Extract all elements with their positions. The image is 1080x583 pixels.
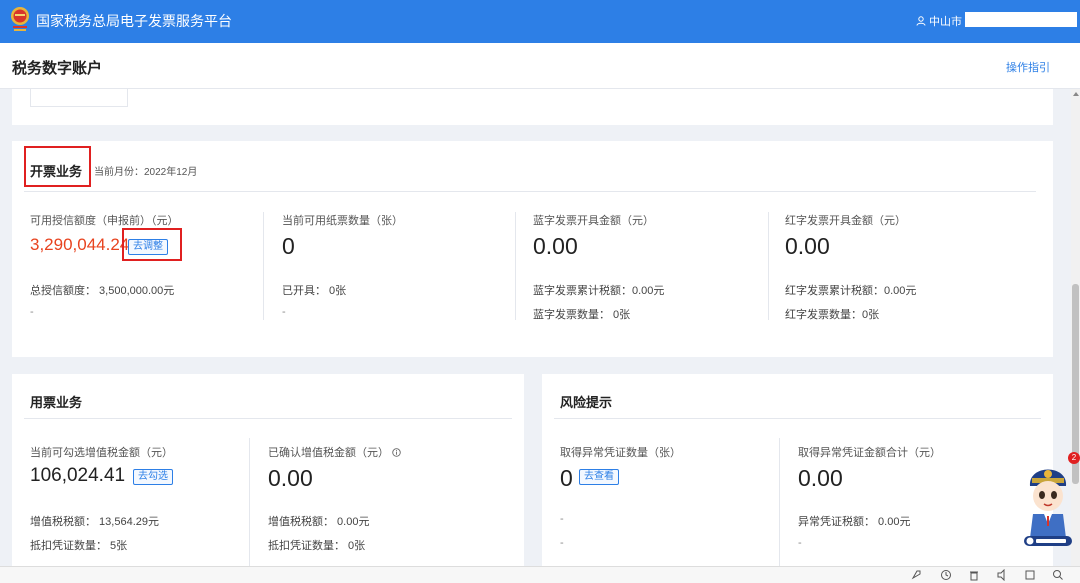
- notification-badge: 2: [1068, 452, 1080, 464]
- abnormal-tax: 异常凭证税额： 0.00元: [798, 516, 911, 528]
- confirmed-voucher-count: 抵扣凭证数量： 0张: [268, 540, 366, 552]
- previous-section-box: [30, 89, 128, 107]
- total-credit: 总授信额度： 3,500,000.00元: [30, 285, 175, 297]
- paper-issued: 已开具： 0张: [282, 285, 347, 297]
- usage-col-divider: [249, 438, 250, 566]
- user-menu[interactable]: 中山市: [916, 13, 962, 29]
- blue-invoice-label: 蓝字发票开具金额（元）: [533, 215, 654, 227]
- blue-invoice-tax: 蓝字发票累计税额：0.00元: [533, 285, 665, 297]
- red-invoice-tax: 红字发票累计税额：0.00元: [785, 285, 917, 297]
- col-divider-2: [515, 212, 516, 320]
- page-title: 税务数字账户: [12, 60, 103, 77]
- user-icon: [916, 16, 926, 26]
- abnormal-count-value: 0: [560, 465, 573, 491]
- credit-extra: -: [30, 306, 34, 318]
- redacted-user-info: [965, 12, 1077, 27]
- top-header-bar: 国家税务总局电子发票服务平台 中山市: [0, 0, 1080, 43]
- search-icon[interactable]: [1052, 569, 1064, 581]
- current-month: 当前月份：2022年12月: [94, 167, 198, 178]
- credit-label: 可用授信额度（申报前）（元）: [30, 215, 179, 227]
- invoicing-divider: [24, 191, 1036, 192]
- tax-assistant-mascot[interactable]: [1022, 456, 1074, 548]
- speaker-icon[interactable]: [996, 569, 1008, 581]
- abnormal-count-extra-1: -: [560, 513, 564, 525]
- trash-icon[interactable]: [968, 569, 980, 581]
- view-abnormal-button[interactable]: 去查看: [579, 469, 619, 485]
- risk-col-divider: [779, 438, 780, 566]
- info-icon[interactable]: [392, 448, 401, 457]
- page-header: 税务数字账户 操作指引: [0, 43, 1080, 89]
- col-divider-3: [768, 212, 769, 320]
- invoicing-title-highlight: [24, 146, 91, 187]
- previous-section-card: [12, 89, 1053, 125]
- usage-title: 用票业务: [30, 395, 83, 410]
- invoicing-card: 开票业务 当前月份：2022年12月 可用授信额度（申报前）（元） 3,290,…: [12, 141, 1053, 357]
- window-icon[interactable]: [1024, 569, 1036, 581]
- user-name: 中山市: [929, 16, 962, 28]
- abnormal-count-extra-2: -: [560, 537, 564, 549]
- selectable-vat-value: 106,024.41: [30, 465, 126, 486]
- paper-extra: -: [282, 306, 286, 318]
- blue-invoice-value: 0.00: [533, 233, 578, 259]
- abnormal-amount-label: 取得异常凭证金额合计（元）: [798, 447, 941, 459]
- confirmed-vat-label: 已确认增值税金额（元）: [268, 444, 401, 460]
- red-invoice-label: 红字发票开具金额（元）: [785, 215, 906, 227]
- risk-card: 风险提示 取得异常凭证数量（张） 0 去查看 - - 取得异常凭证金额合计（元）…: [542, 374, 1053, 566]
- abnormal-amount-extra: -: [798, 537, 802, 549]
- history-icon[interactable]: [940, 569, 952, 581]
- adjust-button-highlight: [122, 228, 182, 261]
- paper-label: 当前可用纸票数量（张）: [282, 215, 403, 227]
- paper-value: 0: [282, 233, 295, 259]
- select-deduction-button[interactable]: 去勾选: [133, 469, 173, 485]
- risk-title: 风险提示: [560, 395, 613, 410]
- abnormal-count-label: 取得异常凭证数量（张）: [560, 447, 681, 459]
- operation-guide-link[interactable]: 操作指引: [1006, 59, 1050, 75]
- selectable-vat-amount: 增值税税额： 13,564.29元: [30, 516, 159, 528]
- blue-invoice-count: 蓝字发票数量： 0张: [533, 309, 631, 321]
- platform-title: 国家税务总局电子发票服务平台: [36, 13, 232, 29]
- tax-emblem-logo: [11, 7, 29, 31]
- confirmed-vat-amount: 增值税税额： 0.00元: [268, 516, 370, 528]
- abnormal-amount-value: 0.00: [798, 465, 843, 491]
- selectable-vat-label: 当前可勾选增值税金额（元）: [30, 447, 173, 459]
- selectable-voucher-count: 抵扣凭证数量： 5张: [30, 540, 128, 552]
- credit-value: 3,290,044.24: [30, 235, 130, 254]
- red-invoice-value: 0.00: [785, 233, 830, 259]
- red-invoice-count: 红字发票数量：0张: [785, 309, 880, 321]
- col-divider-1: [263, 212, 264, 320]
- rocket-icon[interactable]: [910, 569, 922, 581]
- usage-divider: [24, 418, 512, 419]
- browser-bottom-toolbar: [0, 566, 1080, 583]
- usage-card: 用票业务 当前可勾选增值税金额（元） 106,024.41 去勾选 增值税税额：…: [12, 374, 524, 566]
- scroll-up-arrow-icon[interactable]: [1073, 92, 1079, 96]
- confirmed-vat-value: 0.00: [268, 465, 313, 491]
- risk-divider: [554, 418, 1041, 419]
